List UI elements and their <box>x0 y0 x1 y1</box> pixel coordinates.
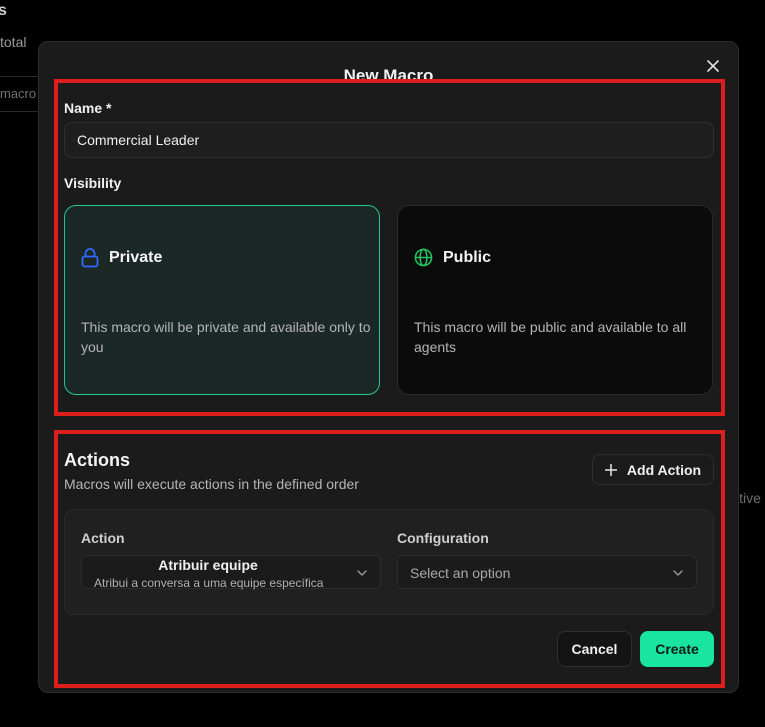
action-select[interactable]: Atribuir equipe Atribui a conversa a uma… <box>81 555 381 590</box>
plus-icon <box>604 463 617 476</box>
cancel-button[interactable]: Cancel <box>557 631 632 667</box>
name-label: Name * <box>64 100 112 116</box>
add-action-label: Add Action <box>626 461 702 478</box>
action-column-label: Action <box>81 530 125 546</box>
visibility-option-public[interactable]: Public This macro will be public and ava… <box>397 205 713 395</box>
public-description: This macro will be public and available … <box>414 319 687 355</box>
actions-title: Actions <box>64 450 131 470</box>
name-input[interactable] <box>64 122 714 158</box>
background-partial-heading: s <box>0 2 7 19</box>
action-select-description: Atribui a conversa a uma equipe específi… <box>94 576 324 590</box>
close-button[interactable] <box>704 57 722 75</box>
visibility-label: Visibility <box>64 175 122 191</box>
background-partial-text: itive <box>736 490 761 506</box>
background-search-input[interactable]: macro <box>0 76 43 112</box>
action-row: Action Configuration Atribuir equipe Atr… <box>64 509 714 615</box>
lock-icon <box>81 248 99 268</box>
configuration-select-placeholder: Select an option <box>410 565 511 581</box>
private-title: Private <box>109 249 163 266</box>
actions-subtitle: Macros will execute actions in the defin… <box>64 476 359 492</box>
globe-icon <box>414 248 433 267</box>
close-icon <box>707 60 719 72</box>
private-description: This macro will be private and available… <box>81 319 371 355</box>
background-total-label: total <box>0 34 27 50</box>
chevron-down-icon <box>357 570 367 576</box>
chevron-down-icon <box>673 570 683 576</box>
background-search-placeholder: macro <box>0 86 37 101</box>
add-action-button[interactable]: Add Action <box>592 454 714 485</box>
create-button[interactable]: Create <box>640 631 714 667</box>
configuration-select[interactable]: Select an option <box>397 555 697 589</box>
public-title: Public <box>443 248 492 266</box>
configuration-column-label: Configuration <box>397 530 489 546</box>
action-select-value: Atribuir equipe <box>158 557 258 573</box>
visibility-option-private[interactable]: Private This macro will be private and a… <box>64 205 380 395</box>
new-macro-dialog: New Macro Name * Visibility Private This… <box>38 41 739 693</box>
